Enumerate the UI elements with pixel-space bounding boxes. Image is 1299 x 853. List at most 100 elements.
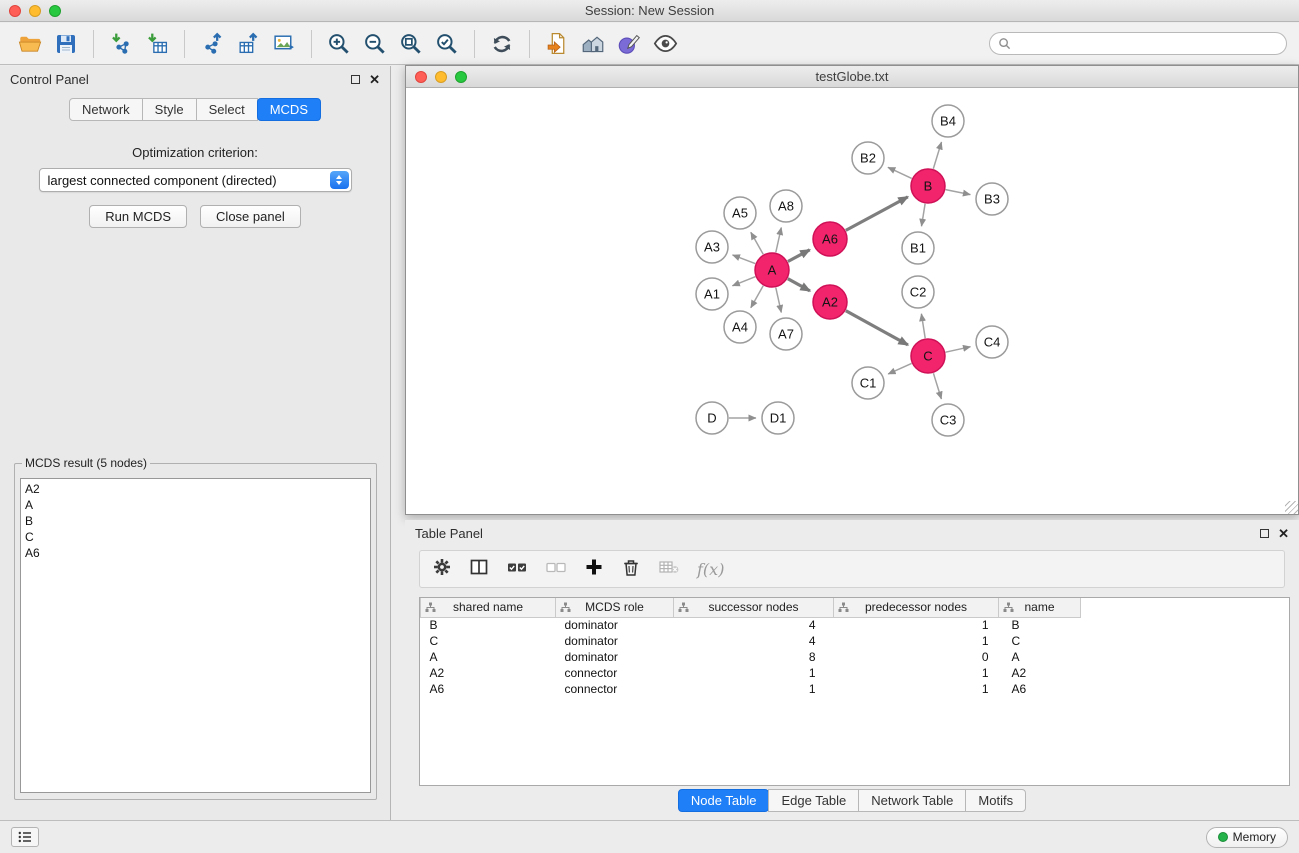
- node-C2[interactable]: C2: [902, 276, 934, 308]
- node-B4[interactable]: B4: [932, 105, 964, 137]
- node-C3[interactable]: C3: [932, 404, 964, 436]
- zoom-window-button[interactable]: [49, 5, 61, 17]
- float-panel-icon[interactable]: [351, 75, 360, 84]
- edge-C-C4[interactable]: [946, 347, 971, 353]
- zoom-fit-button[interactable]: [393, 27, 429, 61]
- node-A1[interactable]: A1: [696, 278, 728, 310]
- edge-A-A3[interactable]: [733, 255, 756, 264]
- edge-B-B4[interactable]: [933, 142, 941, 169]
- tab-mcds[interactable]: MCDS: [257, 98, 321, 121]
- result-item[interactable]: A2: [25, 481, 366, 497]
- tab-motifs[interactable]: Motifs: [965, 789, 1026, 812]
- node-A5[interactable]: A5: [724, 197, 756, 229]
- node-D1[interactable]: D1: [762, 402, 794, 434]
- edge-A6-B[interactable]: [846, 197, 908, 231]
- close-panel-icon[interactable]: ✕: [369, 75, 380, 84]
- minimize-network-window-button[interactable]: [435, 71, 447, 83]
- node-B2[interactable]: B2: [852, 142, 884, 174]
- column-header-successor-nodes[interactable]: successor nodes: [674, 598, 834, 617]
- minimize-window-button[interactable]: [29, 5, 41, 17]
- node-B1[interactable]: B1: [902, 232, 934, 264]
- node-B[interactable]: B: [911, 169, 945, 203]
- open-file-button[interactable]: [12, 27, 48, 61]
- node-A3[interactable]: A3: [696, 231, 728, 263]
- edge-B-B2[interactable]: [888, 167, 912, 178]
- result-item[interactable]: C: [25, 529, 366, 545]
- export-image-button[interactable]: [266, 27, 302, 61]
- edge-B-B1[interactable]: [922, 204, 926, 227]
- node-A8[interactable]: A8: [770, 190, 802, 222]
- window-resize-grip[interactable]: [1285, 501, 1298, 514]
- create-column-button[interactable]: [584, 557, 604, 582]
- network-canvas[interactable]: B4B2BB3A5A8A6B1A3AC2A1A2A4A7C4CC1C3DD1: [406, 88, 1298, 514]
- select-all-columns-button[interactable]: [506, 557, 528, 582]
- table-row[interactable]: A2connector11A2: [421, 665, 1081, 681]
- home-button[interactable]: [575, 27, 611, 61]
- tab-network[interactable]: Network: [69, 98, 143, 121]
- edge-C-C3[interactable]: [933, 373, 941, 399]
- result-item[interactable]: B: [25, 513, 366, 529]
- edge-A-A4[interactable]: [751, 286, 763, 308]
- close-window-button[interactable]: [9, 5, 21, 17]
- save-session-button[interactable]: [48, 27, 84, 61]
- edge-B-B3[interactable]: [946, 190, 971, 195]
- table-row[interactable]: Bdominator41B: [421, 617, 1081, 633]
- delete-column-button[interactable]: [621, 557, 641, 582]
- node-B3[interactable]: B3: [976, 183, 1008, 215]
- edge-A-A8[interactable]: [776, 228, 782, 253]
- optimization-dropdown[interactable]: largest connected component (directed): [39, 168, 352, 192]
- export-table-button[interactable]: [230, 27, 266, 61]
- table-row[interactable]: Adominator80A: [421, 649, 1081, 665]
- node-A2[interactable]: A2: [813, 285, 847, 319]
- edge-A-A1[interactable]: [732, 277, 755, 286]
- network-graph[interactable]: B4B2BB3A5A8A6B1A3AC2A1A2A4A7C4CC1C3DD1: [406, 88, 1298, 514]
- export-network-button[interactable]: [194, 27, 230, 61]
- column-header-predecessor-nodes[interactable]: predecessor nodes: [834, 598, 999, 617]
- unselect-all-columns-button[interactable]: [545, 557, 567, 582]
- tab-network-table[interactable]: Network Table: [858, 789, 966, 812]
- run-mcds-button[interactable]: Run MCDS: [89, 205, 187, 228]
- open-session-file-button[interactable]: [539, 27, 575, 61]
- column-header-mcds-role[interactable]: MCDS role: [556, 598, 674, 617]
- style-brush-button[interactable]: [611, 27, 647, 61]
- edge-C-C1[interactable]: [888, 363, 912, 374]
- edge-A-A5[interactable]: [751, 232, 763, 254]
- edge-C-C2[interactable]: [921, 314, 925, 339]
- birdseye-toggle-button[interactable]: [647, 27, 683, 61]
- node-A6[interactable]: A6: [813, 222, 847, 256]
- mcds-result-list[interactable]: A2ABCA6: [20, 478, 371, 793]
- show-column-panel-button[interactable]: [469, 557, 489, 582]
- node-D[interactable]: D: [696, 402, 728, 434]
- import-network-file-button[interactable]: [103, 27, 139, 61]
- edge-A2-C[interactable]: [846, 311, 908, 345]
- zoom-network-window-button[interactable]: [455, 71, 467, 83]
- node-A4[interactable]: A4: [724, 311, 756, 343]
- node-table-container[interactable]: shared nameMCDS rolesuccessor nodesprede…: [419, 597, 1290, 786]
- result-item[interactable]: A6: [25, 545, 366, 561]
- zoom-out-button[interactable]: [357, 27, 393, 61]
- tab-node-table[interactable]: Node Table: [678, 789, 770, 812]
- tab-style[interactable]: Style: [142, 98, 197, 121]
- apply-layout-button[interactable]: [484, 27, 520, 61]
- table-row[interactable]: A6connector11A6: [421, 681, 1081, 697]
- tab-edge-table[interactable]: Edge Table: [768, 789, 859, 812]
- import-table-file-button[interactable]: [139, 27, 175, 61]
- function-builder-button[interactable]: f(x): [697, 560, 724, 579]
- table-row[interactable]: Cdominator41C: [421, 633, 1081, 649]
- node-A7[interactable]: A7: [770, 318, 802, 350]
- search-field[interactable]: [989, 32, 1287, 55]
- table-settings-button[interactable]: [432, 557, 452, 582]
- close-network-window-button[interactable]: [415, 71, 427, 83]
- node-C4[interactable]: C4: [976, 326, 1008, 358]
- node-C[interactable]: C: [911, 339, 945, 373]
- edge-A-A2[interactable]: [788, 279, 810, 291]
- edge-A-A7[interactable]: [776, 288, 782, 313]
- node-C1[interactable]: C1: [852, 367, 884, 399]
- float-table-panel-icon[interactable]: [1260, 529, 1269, 538]
- task-history-button[interactable]: [11, 827, 39, 847]
- zoom-in-button[interactable]: [321, 27, 357, 61]
- zoom-selected-button[interactable]: [429, 27, 465, 61]
- result-item[interactable]: A: [25, 497, 366, 513]
- close-panel-button[interactable]: Close panel: [200, 205, 301, 228]
- edge-A-A6[interactable]: [788, 250, 810, 262]
